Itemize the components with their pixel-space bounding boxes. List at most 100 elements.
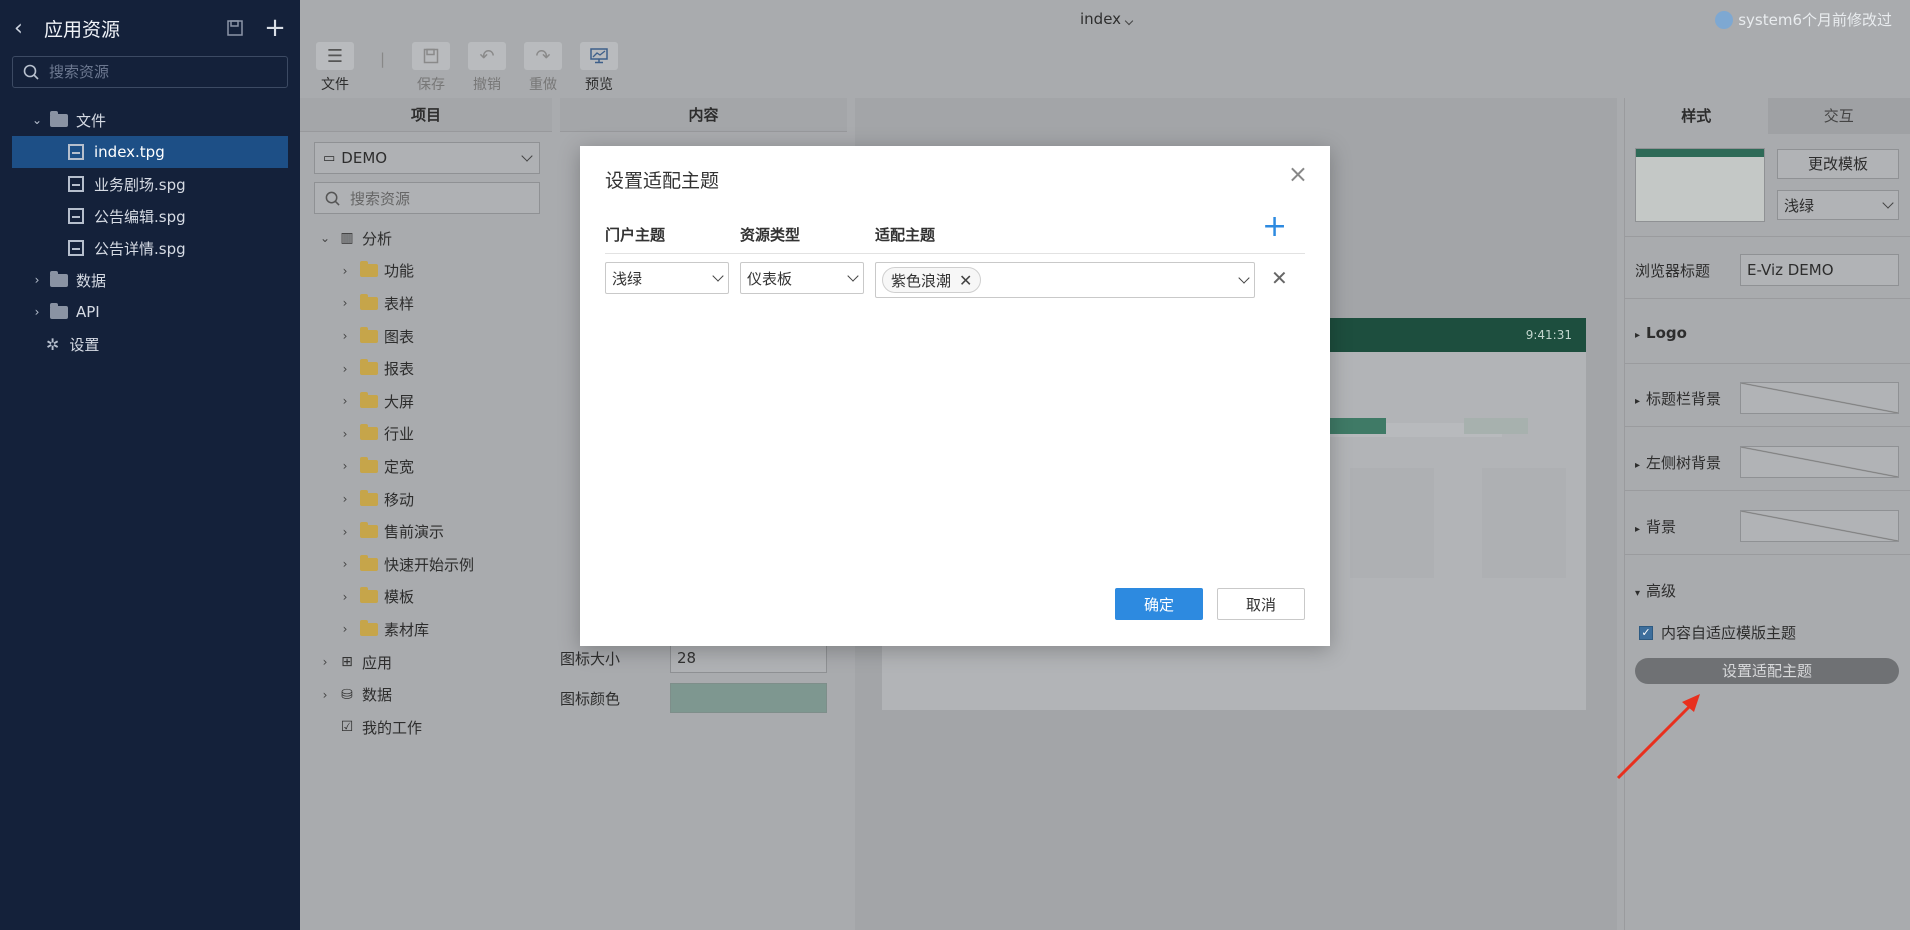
close-icon[interactable]: × [1288,162,1308,186]
theme-select-value: 浅绿 [1784,196,1815,215]
redo-button[interactable]: ↷ 重做 [518,42,568,94]
tree-folder-data[interactable]: › 数据 [0,264,300,296]
add-row-icon[interactable]: + [1262,212,1287,242]
resource-type-select[interactable]: 仪表板 [740,262,864,294]
background-swatch[interactable] [1740,510,1899,542]
project-search-placeholder: 搜索资源 [350,189,411,208]
caret-down-icon: ▾ [1635,588,1641,599]
adapt-theme-select[interactable]: 紫色浪潮 ✕ [875,262,1255,298]
tree-item-analysis[interactable]: ⌄ ▥ 分析 [314,222,544,255]
section-title-bg[interactable]: ▸ 标题栏背景 [1635,388,1721,409]
chevron-right-icon: › [322,687,328,702]
section-advanced[interactable]: ▾ 高级 [1635,580,1676,601]
tree-item-folder[interactable]: › 行业 [314,418,544,451]
delete-row-icon[interactable]: ✕ [1271,266,1288,290]
preview-bar [1330,418,1386,434]
page-file-icon [68,240,84,256]
tree-item-folder[interactable]: › 大屏 [314,385,544,418]
preview-button[interactable]: 预览 [574,42,624,94]
browser-title-input[interactable]: E-Viz DEMO [1740,254,1899,286]
cancel-button[interactable]: 取消 [1217,588,1305,620]
chevron-right-icon: › [342,492,348,507]
tab-style[interactable]: 样式 [1625,98,1768,134]
tree-item-folder[interactable]: › 图表 [314,320,544,353]
save-resource-icon[interactable] [224,18,246,38]
tree-label: API [76,303,100,321]
tree-settings[interactable]: ✲ 设置 [0,328,300,360]
project-select[interactable]: ▭ DEMO [314,142,540,174]
chevron-right-icon: › [342,329,348,344]
tool-label: 文件 [321,77,349,93]
status-text: system6个月前修改过 [1738,11,1892,29]
section-background[interactable]: ▸ 背景 [1635,516,1676,537]
apps-grid-icon: ⊞ [341,654,353,671]
section-left-tree-bg[interactable]: ▸ 左侧树背景 [1635,452,1721,473]
tree-item-apps[interactable]: › ⊞ 应用 [314,646,544,679]
set-adapt-theme-button[interactable]: 设置适配主题 [1635,658,1899,684]
chevron-down-icon[interactable]: ⌄ [30,113,44,127]
tree-item-folder[interactable]: › 定宽 [314,450,544,483]
tree-item-folder[interactable]: › 报表 [314,352,544,385]
chevron-right-icon: › [342,622,348,637]
folder-icon [360,554,378,571]
portal-theme-select[interactable]: 浅绿 [605,262,729,294]
tab-interaction[interactable]: 交互 [1767,98,1910,134]
icon-color-picker[interactable] [670,683,827,713]
theme-select[interactable]: 浅绿 [1777,190,1899,220]
save-button[interactable]: 保存 [406,42,456,94]
tree-item-folder[interactable]: › 表样 [314,287,544,320]
confirm-button[interactable]: 确定 [1115,588,1203,620]
undo-button[interactable]: ↶ 撤销 [462,42,512,94]
project-search[interactable]: 搜索资源 [314,182,540,214]
page-file-icon [68,144,84,160]
monitor-icon [580,42,618,70]
style-panel: 样式 交互 更改模板 浅绿 浏览器标题 E-Viz DEMO ▸ Logo ▸ 标题… [1624,98,1910,930]
chevron-right-icon[interactable]: › [30,273,44,287]
tree-label: 行业 [384,425,415,444]
document-title[interactable]: index [1080,10,1134,28]
chevron-right-icon[interactable]: › [30,305,44,319]
tree-file-theater[interactable]: 业务剧场.spg [0,168,300,200]
adapt-template-checkbox[interactable]: ✓ 内容自适应模版主题 [1639,622,1796,643]
tree-label: 我的工作 [362,718,423,737]
style-tabs: 样式 交互 [1625,98,1910,134]
title-bg-swatch[interactable] [1740,382,1899,414]
tree-label: 业务剧场.spg [94,175,186,194]
tree-item-folder[interactable]: › 功能 [314,255,544,288]
tree-item-folder[interactable]: › 快速开始示例 [314,548,544,581]
chevron-down-icon [1124,16,1134,26]
tree-file-notice-detail[interactable]: 公告详情.spg [0,232,300,264]
sidebar-header: ‹ 应用资源 + [0,0,300,56]
preview-card [1350,468,1434,578]
tree-folder-api[interactable]: › API [0,296,300,328]
folder-icon [360,424,378,441]
change-template-button[interactable]: 更改模板 [1777,149,1899,179]
tag-remove-icon[interactable]: ✕ [959,271,972,290]
dialog-title: 设置适配主题 [605,170,720,192]
tree-folder-files[interactable]: ⌄ 文件 [0,104,300,136]
bar-chart-icon: ▥ [340,230,354,247]
tree-file-notice-edit[interactable]: 公告编辑.spg [0,200,300,232]
tree-item-folder[interactable]: › 移动 [314,483,544,516]
tree-item-my-work[interactable]: ☑ 我的工作 [314,711,544,744]
toolbar-divider: | [380,50,386,68]
left-tree-bg-swatch[interactable] [1740,446,1899,478]
chevron-right-icon: › [342,557,348,572]
tree-item-folder[interactable]: › 售前演示 [314,515,544,548]
tree-item-folder[interactable]: › 素材库 [314,613,544,646]
tree-item-data[interactable]: › ⛁ 数据 [314,678,544,711]
col-resource-type: 资源类型 [740,226,801,244]
section-logo[interactable]: ▸ Logo [1635,324,1687,342]
folder-icon [360,391,378,408]
icon-size-input[interactable]: 28 [670,643,827,673]
tab-project[interactable]: 项目 [300,98,552,132]
add-icon[interactable]: + [264,13,286,43]
chevron-right-icon: › [342,426,348,441]
tree-label: 公告详情.spg [94,239,186,258]
tree-file-index[interactable]: index.tpg [12,136,288,168]
sidebar-search-input[interactable] [49,63,269,81]
file-button[interactable]: ☰ 文件 [310,42,360,94]
tree-item-folder[interactable]: › 模板 [314,581,544,614]
back-icon[interactable]: ‹ [14,16,44,41]
tab-content[interactable]: 内容 [560,98,847,132]
